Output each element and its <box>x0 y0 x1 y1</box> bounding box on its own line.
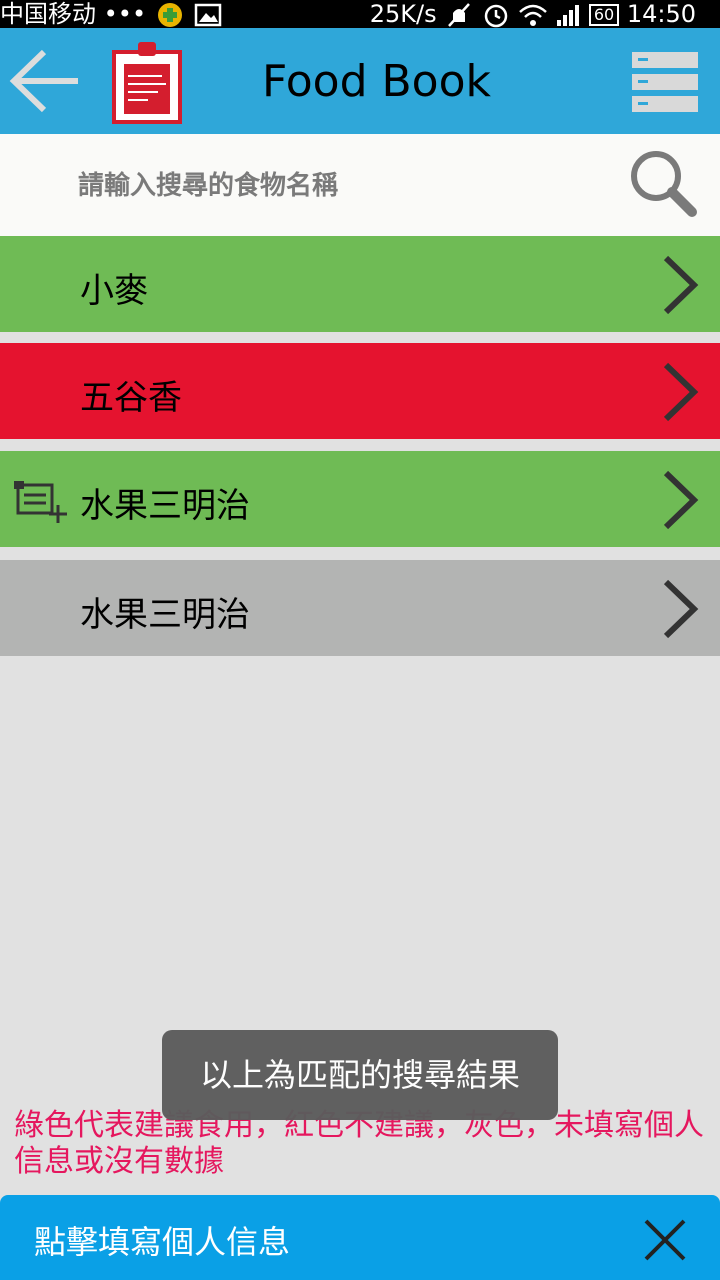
list-item[interactable]: 五谷香 <box>0 343 720 439</box>
menu-icon[interactable] <box>630 50 700 114</box>
back-arrow-icon[interactable] <box>8 46 84 116</box>
chevron-right-icon <box>663 362 699 422</box>
alarm-icon <box>484 4 508 28</box>
list-item[interactable]: 小麥 <box>0 236 720 332</box>
toast-message: 以上為匹配的搜尋結果 <box>162 1030 558 1120</box>
chevron-right-icon <box>663 579 699 639</box>
chevron-right-icon <box>663 470 699 530</box>
network-speed: 25K/s <box>369 0 437 28</box>
chevron-right-icon <box>663 255 699 315</box>
food-name: 水果三明治 <box>80 595 250 635</box>
battery-level: 60 <box>593 5 615 24</box>
battery-icon: 60 <box>588 4 620 26</box>
app-bar: Food Book <box>0 28 720 134</box>
wifi-icon <box>518 4 547 26</box>
image-notification-icon <box>195 3 222 27</box>
clipboard-icon <box>112 42 182 124</box>
banner-label: 點擊填寫個人信息 <box>34 1223 291 1261</box>
add-to-list-icon[interactable] <box>12 479 72 527</box>
status-bar: 中国移动 ••• 25K/s 60 14:50 <box>0 0 720 28</box>
page-title: Food Book <box>262 56 492 107</box>
food-name: 水果三明治 <box>80 486 250 526</box>
food-name: 五谷香 <box>80 378 182 418</box>
carrier-label: 中国移动 ••• <box>0 0 147 28</box>
food-name: 小麥 <box>80 271 148 311</box>
search-bar <box>0 134 720 236</box>
clock: 14:50 <box>626 0 696 28</box>
fill-profile-banner[interactable]: 點擊填寫個人信息 <box>0 1195 720 1280</box>
app-notification-icon <box>157 3 182 27</box>
search-icon[interactable] <box>628 150 700 220</box>
mute-icon <box>448 3 471 27</box>
list-item[interactable]: 水果三明治 <box>0 451 720 547</box>
search-input[interactable] <box>78 162 608 210</box>
signal-icon <box>557 5 580 26</box>
close-icon[interactable] <box>640 1215 690 1265</box>
list-item[interactable]: 水果三明治 <box>0 560 720 656</box>
